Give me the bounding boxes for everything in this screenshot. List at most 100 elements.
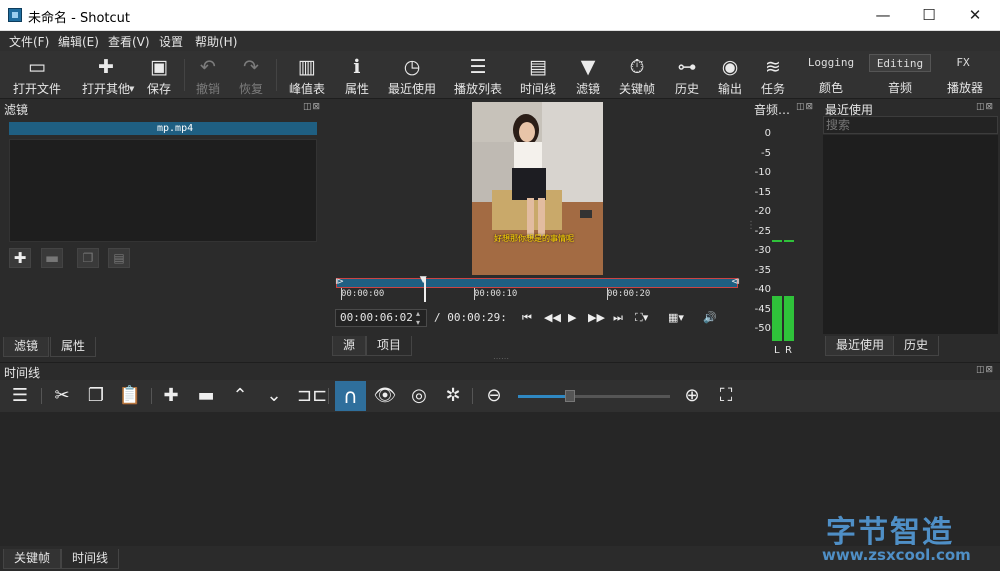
recent-button[interactable]: ◷ 最近使用	[384, 51, 440, 99]
recent-label: 最近使用	[387, 82, 436, 96]
properties-button[interactable]: ℹ 属性	[340, 51, 374, 99]
editing-layout-button[interactable]: Editing	[869, 54, 931, 72]
paste-filter-button[interactable]: ▤	[108, 248, 130, 268]
ripple-all-tracks-icon[interactable]: ✲	[441, 384, 465, 408]
history-button[interactable]: ⊶ 历史	[670, 51, 704, 99]
volume-icon[interactable]: 🔊	[703, 311, 717, 324]
menu-view[interactable]: 查看(V)	[108, 33, 150, 50]
snap-icon[interactable]: ∩	[335, 381, 366, 411]
copy-icon[interactable]: ❐	[84, 384, 108, 408]
tab-source[interactable]: 源	[332, 336, 367, 356]
export-label: 输出	[717, 82, 742, 96]
logging-layout-button[interactable]: Logging	[800, 54, 862, 72]
zoom-fit-icon[interactable]: ⛶▾	[635, 311, 648, 325]
filters-panel: 滤镜 ◫⊠ mp.mp4 ✚ ▬ ❐ ▤ 滤镜 属性	[0, 100, 327, 357]
open-other-button[interactable]: ✚ 打开其他 ▼	[73, 51, 139, 99]
keyframes-button[interactable]: ⏱ 关键帧	[615, 51, 659, 99]
timeline-button[interactable]: ▤ 时间线	[516, 51, 560, 99]
save-button[interactable]: ▣ 保存	[142, 51, 176, 99]
remove-filter-button[interactable]: ▬	[41, 248, 63, 268]
zoom-out-icon[interactable]: ⊖	[482, 384, 506, 408]
scrubber-track[interactable]	[336, 278, 738, 288]
tab-properties[interactable]: 属性	[50, 337, 97, 357]
in-point-marker[interactable]: ⧐	[335, 277, 344, 287]
maximize-button[interactable]: ☐	[906, 0, 952, 31]
split-icon[interactable]: ⊐⊏	[297, 384, 327, 408]
time-ruler[interactable]: 00:00:00 00:00:10 00:00:20	[336, 288, 738, 302]
playlist-button[interactable]: ☰ 播放列表	[450, 51, 506, 99]
filters-button[interactable]: ▼ 滤镜	[571, 51, 605, 99]
toolbar-separator	[41, 388, 42, 404]
close-button[interactable]: ✕	[952, 0, 998, 31]
current-time-field[interactable]: 00:00:06:02	[335, 309, 427, 327]
open-file-button[interactable]: ▭ 打开文件	[8, 51, 66, 99]
peak-indicator-left	[772, 240, 782, 242]
skip-previous-icon[interactable]: ⏮	[522, 311, 532, 325]
meter-scale-label: -5	[761, 147, 771, 159]
video-frame-image	[472, 102, 603, 275]
rewind-icon[interactable]: ◀◀	[544, 311, 561, 324]
tab-timeline[interactable]: 时间线	[61, 549, 120, 569]
redo-label: 恢复	[238, 82, 263, 96]
tab-keyframes[interactable]: 关键帧	[3, 549, 62, 569]
cut-icon[interactable]: ✂	[50, 384, 74, 408]
time-spinner-icon[interactable]: ▴ ▾	[416, 309, 420, 327]
tab-history[interactable]: 历史	[893, 336, 940, 356]
append-icon[interactable]: ✚	[159, 384, 183, 408]
meter-scale-label: -20	[754, 206, 771, 217]
menu-settings[interactable]: 设置	[159, 33, 183, 50]
copy-filter-button[interactable]: ❐	[77, 248, 99, 268]
peak-meter-button[interactable]: ▥ 峰值表	[285, 51, 329, 99]
dock-float-close-icon[interactable]: ◫⊠	[796, 102, 814, 112]
timeline-menu-icon[interactable]: ☰	[8, 384, 32, 408]
dock-float-close-icon[interactable]: ◫⊠	[976, 365, 994, 375]
tab-recent[interactable]: 最近使用	[825, 336, 896, 356]
filter-list[interactable]	[9, 139, 317, 242]
folder-open-icon: ▭	[28, 56, 46, 78]
scrub-while-dragging-icon[interactable]: 👁	[373, 384, 397, 408]
clip-name: mp.mp4	[157, 123, 194, 134]
redo-button[interactable]: ↷ 恢复	[234, 51, 268, 99]
menu-file[interactable]: 文件(F)	[9, 33, 49, 50]
redo-icon: ↷	[243, 56, 259, 78]
lift-icon[interactable]: ⌃	[228, 384, 252, 408]
out-point-marker[interactable]: ⧏	[731, 277, 740, 287]
playhead-handle[interactable]: ▼	[420, 275, 427, 285]
menu-edit[interactable]: 编辑(E)	[58, 33, 99, 50]
paste-icon[interactable]: 📋	[118, 384, 142, 408]
recent-list[interactable]	[823, 135, 998, 334]
menu-help[interactable]: 帮助(H)	[195, 33, 237, 50]
grid-icon[interactable]: ▦▾	[668, 311, 684, 324]
timeline-icon: ▤	[529, 56, 547, 78]
overwrite-icon[interactable]: ⌄	[262, 384, 286, 408]
undo-button[interactable]: ↶ 撤销	[191, 51, 225, 99]
zoom-fit-timeline-icon[interactable]: ⛶	[714, 384, 738, 408]
dock-float-close-icon[interactable]: ◫⊠	[976, 102, 994, 112]
filters-panel-title: 滤镜	[4, 103, 29, 117]
open-file-label: 打开文件	[12, 82, 61, 96]
color-layout-button[interactable]: 颜色	[812, 79, 850, 96]
zoom-in-icon[interactable]: ⊕	[680, 384, 704, 408]
player-layout-button[interactable]: 播放器	[940, 79, 990, 96]
history-label: 历史	[674, 82, 699, 96]
skip-next-icon[interactable]: ⏭	[613, 311, 623, 325]
ripple-delete-icon[interactable]: ▬	[194, 384, 218, 408]
tab-project[interactable]: 项目	[366, 336, 413, 356]
jobs-button[interactable]: ≋ 任务	[756, 51, 790, 99]
total-time: / 00:00:29:	[434, 311, 507, 324]
ripple-icon[interactable]: ◎	[407, 384, 431, 408]
audio-layout-button[interactable]: 音频	[881, 79, 919, 96]
zoom-slider-handle[interactable]	[564, 390, 575, 402]
tab-filters[interactable]: 滤镜	[3, 337, 50, 357]
dock-float-close-icon[interactable]: ◫⊠	[303, 102, 321, 112]
fx-layout-button[interactable]: FX	[937, 54, 989, 72]
fast-forward-icon[interactable]: ▶▶	[588, 311, 605, 324]
recent-search-input[interactable]	[823, 116, 998, 134]
zoom-slider-track[interactable]	[518, 390, 670, 402]
audio-meter-title: 音频…	[754, 103, 791, 117]
play-icon[interactable]: ▶	[568, 311, 576, 324]
minimize-button[interactable]: —	[860, 0, 906, 31]
channel-right-label: R	[785, 345, 792, 356]
add-filter-button[interactable]: ✚	[9, 248, 31, 268]
export-button[interactable]: ◉ 输出	[713, 51, 747, 99]
